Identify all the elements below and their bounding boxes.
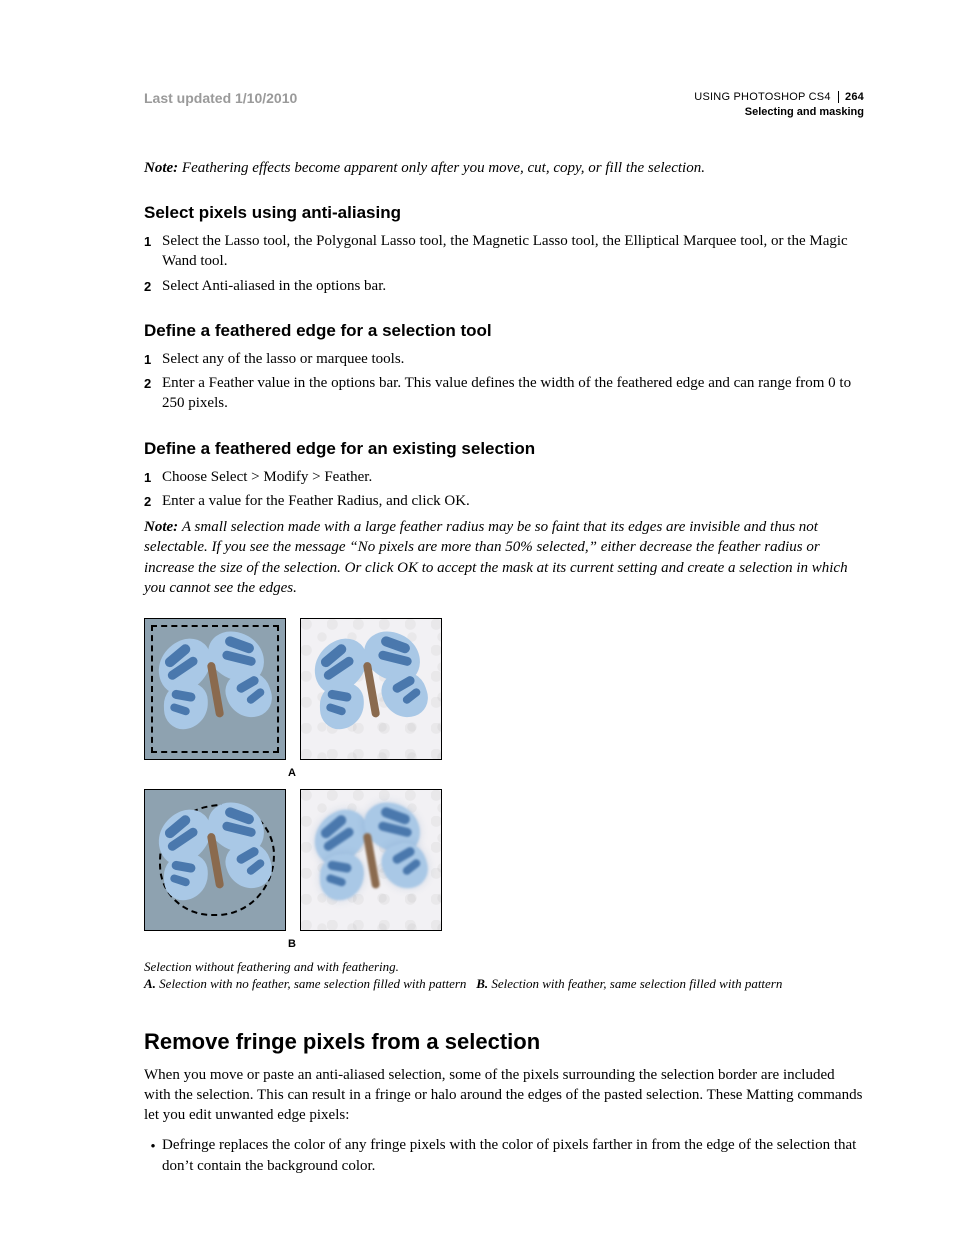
steps-feather-existing: 1 Choose Select > Modify > Feather. 2 En… [144,467,864,512]
figure-label-a: A [144,766,440,781]
caption-text-b: Selection with feather, same selection f… [491,976,782,991]
butterfly-icon [146,622,283,751]
figure-row-b [144,789,864,931]
caption-lead: Selection without feathering and with fe… [144,959,399,974]
content: Note: Feathering effects become apparent… [144,158,864,1176]
caption-text-a: Selection with no feather, same selectio… [159,976,466,991]
figure-label-b: B [144,937,440,952]
step-number: 2 [144,276,162,296]
note-text: Feathering effects become apparent only … [182,160,705,176]
caption-key-a: A. [144,976,156,991]
header-right: USING PHOTOSHOP CS4 264 Selecting and ma… [694,90,864,120]
figure-a-filled [300,618,442,760]
butterfly-icon [302,793,439,922]
step-text: Select Anti-aliased in the options bar. [162,276,864,296]
step-number: 2 [144,491,162,511]
step: 1 Select any of the lasso or marquee too… [144,349,864,369]
doc-title-line: USING PHOTOSHOP CS4 264 [694,90,864,105]
list-item: • Defringe replaces the color of any fri… [144,1135,864,1176]
figure-b-filled [300,789,442,931]
fringe-bullets: • Defringe replaces the color of any fri… [144,1135,864,1176]
figure-b-selection [144,789,286,931]
step-text: Choose Select > Modify > Feather. [162,467,864,487]
step: 2 Enter a value for the Feather Radius, … [144,491,864,511]
page-number: 264 [838,91,864,103]
figure-caption: Selection without feathering and with fe… [144,958,864,993]
step-number: 1 [144,349,162,369]
butterfly-icon [302,622,439,751]
step: 2 Enter a Feather value in the options b… [144,373,864,414]
last-updated: Last updated 1/10/2010 [144,90,297,106]
page-header: Last updated 1/10/2010 USING PHOTOSHOP C… [144,90,864,120]
note-label: Note: [144,519,178,535]
heading-feather-existing: Define a feathered edge for an existing … [144,438,864,461]
butterfly-icon [146,793,283,922]
step: 2 Select Anti-aliased in the options bar… [144,276,864,296]
note-small-selection: Note: A small selection made with a larg… [144,517,864,598]
section-name: Selecting and masking [694,105,864,120]
step-text: Select the Lasso tool, the Polygonal Las… [162,231,864,272]
figure-feathering: A [144,618,864,993]
step: 1 Choose Select > Modify > Feather. [144,467,864,487]
step-text: Enter a Feather value in the options bar… [162,373,864,414]
step-number: 2 [144,373,162,393]
step: 1 Select the Lasso tool, the Polygonal L… [144,231,864,272]
note-label: Note: [144,160,178,176]
heading-remove-fringe: Remove fringe pixels from a selection [144,1027,864,1057]
heading-feather-tool: Define a feathered edge for a selection … [144,320,864,343]
step-number: 1 [144,467,162,487]
doc-title: USING PHOTOSHOP CS4 [694,91,830,103]
step-text: Enter a value for the Feather Radius, an… [162,491,864,511]
fringe-intro: When you move or paste an anti-aliased s… [144,1065,864,1126]
figure-a-selection [144,618,286,760]
bullet-icon: • [144,1135,162,1157]
step-number: 1 [144,231,162,251]
figure-row-a [144,618,864,760]
caption-key-b: B. [476,976,488,991]
note-text: A small selection made with a large feat… [144,519,848,596]
steps-anti-aliasing: 1 Select the Lasso tool, the Polygonal L… [144,231,864,296]
step-text: Select any of the lasso or marquee tools… [162,349,864,369]
heading-anti-aliasing: Select pixels using anti-aliasing [144,202,864,225]
steps-feather-tool: 1 Select any of the lasso or marquee too… [144,349,864,414]
bullet-text: Defringe replaces the color of any fring… [162,1135,864,1176]
note-feathering-effects: Note: Feathering effects become apparent… [144,158,864,178]
page: Last updated 1/10/2010 USING PHOTOSHOP C… [0,0,954,1235]
